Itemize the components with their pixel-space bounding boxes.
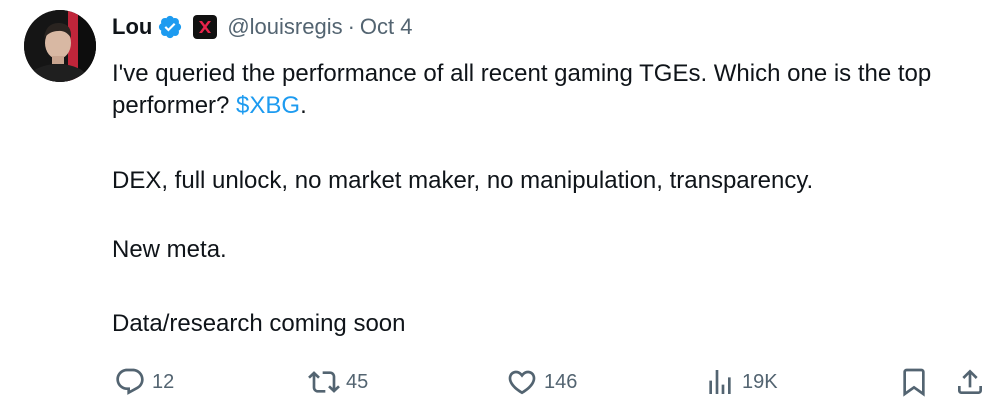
views-count: 19K [742,370,778,393]
retweet-count: 45 [346,370,369,393]
tweet-text-segment: I've queried the performance of all rece… [112,60,932,119]
heart-icon [508,370,536,395]
views-button[interactable]: 19K [704,364,778,400]
tweet-header: Lou @louisregis · Oct 4 [112,12,413,42]
action-bar: 12 45 146 19K [0,364,1008,400]
avatar-image [24,10,96,82]
tweet-text-segment: . [300,92,307,119]
avatar[interactable] [24,10,96,82]
tweet-paragraph: I've queried the performance of all rece… [112,58,992,122]
tweet-paragraph: DEX, full unlock, no market maker, no ma… [112,167,814,194]
retweet-button[interactable]: 45 [308,364,368,400]
user-handle[interactable]: @louisregis [227,14,342,40]
verified-badge-icon[interactable] [157,14,183,40]
bookmark-icon [903,368,925,397]
bookmark-button[interactable] [898,364,930,400]
share-button[interactable] [954,364,986,400]
display-name[interactable]: Lou [112,14,152,40]
affiliate-x-logo-icon[interactable] [193,15,218,39]
share-icon [958,369,982,394]
like-count: 146 [544,370,578,393]
retweet-icon [308,371,340,393]
tweet-card[interactable]: Lou @louisregis · Oct 4 I've queried the… [0,0,1008,412]
separator-dot: · [347,14,355,39]
tweet-date[interactable]: Oct 4 [360,14,413,40]
reply-button[interactable]: 12 [114,364,174,400]
tweet-paragraph: Data/research coming soon [112,310,406,337]
reply-icon [116,368,144,395]
like-button[interactable]: 146 [506,364,577,400]
reply-count: 12 [152,370,175,393]
views-chart-icon [709,370,731,394]
tweet-paragraph: New meta. [112,236,227,263]
cashtag-link[interactable]: $XBG [236,92,300,119]
